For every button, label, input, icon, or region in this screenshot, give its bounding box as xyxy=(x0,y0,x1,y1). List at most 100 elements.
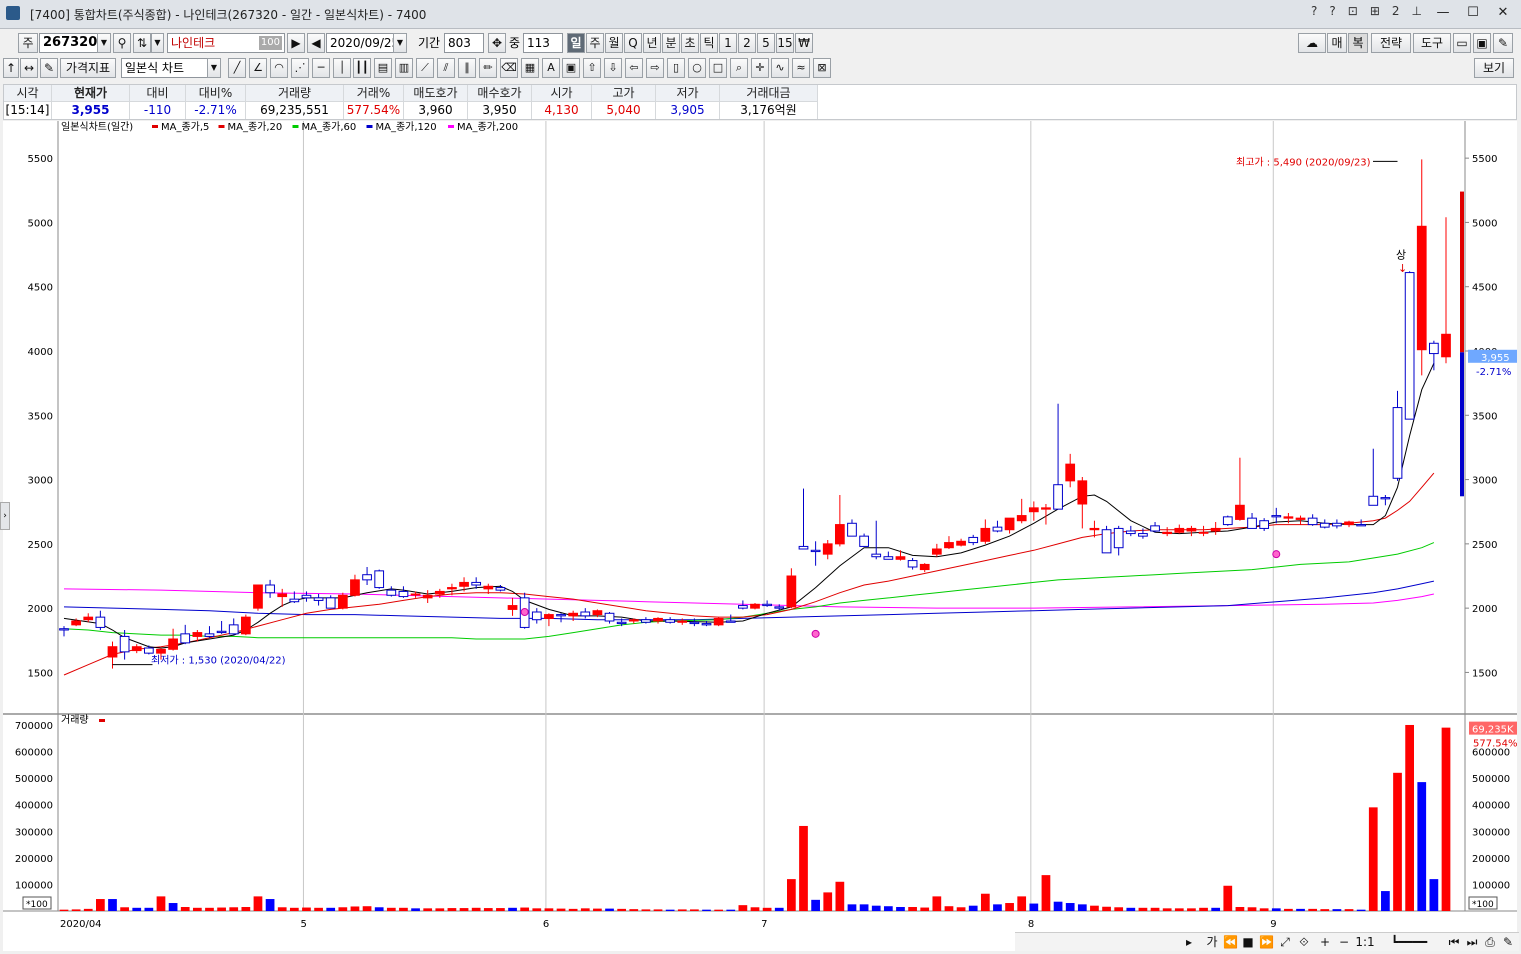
settings-icon[interactable]: ✎ xyxy=(1493,33,1513,53)
pin-icon[interactable]: ⊥ xyxy=(1409,4,1425,22)
search-icon[interactable]: ⚲ xyxy=(113,33,131,53)
period-button-4[interactable]: 년 xyxy=(643,33,661,53)
oscillate-icon[interactable]: ≈ xyxy=(792,58,810,78)
rect-icon[interactable]: □ xyxy=(709,58,727,78)
side-expand-button[interactable]: › xyxy=(0,502,10,530)
close-button[interactable]: ✕ xyxy=(1491,4,1515,22)
trend-icon[interactable]: ⟋ xyxy=(416,58,434,78)
period-button-0[interactable]: 일 xyxy=(567,33,585,53)
trash-icon[interactable]: ⊠ xyxy=(813,58,831,78)
pencil-icon[interactable]: ✏ xyxy=(479,58,497,78)
maximize-button[interactable]: ☐ xyxy=(1461,4,1485,22)
period-input[interactable]: 803 xyxy=(444,33,484,53)
trade-button[interactable]: 매 xyxy=(1327,33,1347,53)
code-dropdown-icon[interactable]: ▼ xyxy=(97,33,111,53)
chart-svg[interactable]: 2020/04 5 6 7 8 9 1500 1500 2000 2000 2500 2500 3000… xyxy=(3,121,1521,951)
magnify-icon[interactable]: ⌕ xyxy=(730,58,748,78)
zoom-slider[interactable]: ┗━━━━ xyxy=(1379,933,1439,951)
move-icon[interactable]: ✥ xyxy=(488,33,506,53)
stock-name-field[interactable]: 나인테크 100 xyxy=(167,33,285,53)
crosshair-icon[interactable]: ✛ xyxy=(751,58,769,78)
link-icon[interactable]: ⊡ xyxy=(1345,4,1361,22)
period-button-2[interactable]: 월 xyxy=(605,33,623,53)
sort-icon[interactable]: ⇅ xyxy=(133,33,151,53)
screenshot-icon[interactable]: ⎙ xyxy=(1483,933,1497,951)
help-icon[interactable]: ? xyxy=(1308,4,1320,22)
view-button[interactable]: 보기 xyxy=(1474,58,1514,78)
circle-icon[interactable]: ○ xyxy=(688,58,706,78)
vline-icon[interactable]: │ xyxy=(333,58,351,78)
expand-icon[interactable]: ↔ xyxy=(20,58,38,78)
parallel-icon[interactable]: ∥ xyxy=(458,58,476,78)
tools-button[interactable]: 도구 xyxy=(1413,33,1451,53)
date-input[interactable]: 2020/09/25 xyxy=(326,33,394,53)
grid-icon[interactable]: ⊞ xyxy=(1367,4,1383,22)
chart-scrollbar[interactable]: ▸ 가 ⏪ ■ ⏩ ⤢ ⟐ + − 1:1 ┗━━━━ ⏮ ⏭ ⎙ ✎ xyxy=(1015,932,1519,951)
period-button-6[interactable]: 초 xyxy=(681,33,699,53)
arc-icon[interactable]: ◠ xyxy=(270,58,288,78)
edit-icon[interactable]: ✎ xyxy=(40,58,58,78)
period-button-1[interactable]: 주 xyxy=(586,33,604,53)
tool-icon[interactable]: ✎ xyxy=(1501,933,1515,951)
forward-icon[interactable]: ⏩ xyxy=(1259,933,1274,951)
up-arrow-icon[interactable]: ⇧ xyxy=(583,58,601,78)
wave-icon[interactable]: ∿ xyxy=(771,58,789,78)
note-icon[interactable]: ▯ xyxy=(667,58,685,78)
folder-icon[interactable]: ▭ xyxy=(1453,33,1471,53)
sort-dropdown-icon[interactable]: ▼ xyxy=(151,33,164,53)
count-input[interactable]: 113 xyxy=(523,33,563,53)
multi-button[interactable]: 복 xyxy=(1348,33,1368,53)
period-button-7[interactable]: 틱 xyxy=(700,33,718,53)
period-button-8[interactable]: 1 xyxy=(719,33,737,53)
rewind-icon[interactable]: ⏪ xyxy=(1223,933,1238,951)
erase-icon[interactable]: ⌫ xyxy=(500,58,518,78)
period-button-10[interactable]: 5 xyxy=(757,33,775,53)
period-button-11[interactable]: 15 xyxy=(776,33,794,53)
down-arrow-icon[interactable]: ⇩ xyxy=(604,58,622,78)
scroll-page-icon[interactable]: 가 xyxy=(1205,933,1219,951)
zoom-out-icon[interactable]: − xyxy=(1337,933,1351,951)
market-type-button[interactable]: 주 xyxy=(18,33,38,53)
zoom-icon[interactable]: ⟐ xyxy=(1297,933,1311,951)
period-button-12[interactable]: ₩ xyxy=(795,33,813,53)
next-arrow-icon[interactable]: ▶ xyxy=(287,33,305,53)
period-button-5[interactable]: 분 xyxy=(662,33,680,53)
fit-icon[interactable]: ⤢ xyxy=(1278,933,1292,951)
minimize-button[interactable]: — xyxy=(1431,4,1455,22)
period-button-3[interactable]: Q xyxy=(624,33,642,53)
candle-body xyxy=(386,589,397,596)
left-arrow-icon[interactable]: ⇦ xyxy=(625,58,643,78)
hline-icon[interactable]: ─ xyxy=(312,58,330,78)
right-arrow-icon[interactable]: ⇨ xyxy=(646,58,664,78)
image-icon[interactable]: ▣ xyxy=(562,58,580,78)
channel-icon[interactable]: ⫽ xyxy=(437,58,455,78)
grid-lines-icon[interactable]: ┃┃ xyxy=(353,58,371,78)
scroll-right-icon[interactable]: ▸ xyxy=(1182,933,1196,951)
period-button-9[interactable]: 2 xyxy=(738,33,756,53)
strategy-button[interactable]: 전략 xyxy=(1371,33,1411,53)
cloud-icon[interactable]: ☁ xyxy=(1298,33,1326,53)
color-icon[interactable]: ▦ xyxy=(521,58,539,78)
zoom-in-icon[interactable]: + xyxy=(1318,933,1332,951)
table-icon[interactable]: ▤ xyxy=(374,58,392,78)
first-icon[interactable]: ⏮ xyxy=(1447,933,1461,951)
chart-area[interactable]: 2020/04 5 6 7 8 9 1500 1500 2000 2000 2500 2500 3000… xyxy=(3,121,1521,951)
chart-type-dropdown-icon[interactable]: ▼ xyxy=(207,58,221,78)
prev-arrow-icon[interactable]: ◀ xyxy=(307,33,325,53)
text-icon[interactable]: A xyxy=(542,58,560,78)
line-icon[interactable]: ╱ xyxy=(228,58,246,78)
bars-icon[interactable]: ▥ xyxy=(395,58,413,78)
screen-number[interactable]: 2 xyxy=(1389,4,1403,22)
volume-bar xyxy=(908,907,917,911)
info-icon[interactable]: ? xyxy=(1326,4,1338,22)
fan-icon[interactable]: ⋰ xyxy=(291,58,309,78)
date-dropdown-icon[interactable]: ▼ xyxy=(393,33,407,53)
save-icon[interactable]: ▣ xyxy=(1473,33,1491,53)
chart-type-select[interactable]: 일본식 차트 xyxy=(121,58,221,78)
indicator-button[interactable]: 가격지표 xyxy=(60,58,116,78)
angle-icon[interactable]: ∠ xyxy=(249,58,267,78)
ratio-icon[interactable]: 1:1 xyxy=(1355,933,1375,951)
last-icon[interactable]: ⏭ xyxy=(1465,933,1479,951)
up-icon[interactable]: ↑ xyxy=(3,58,19,78)
stop-icon[interactable]: ■ xyxy=(1241,933,1255,951)
